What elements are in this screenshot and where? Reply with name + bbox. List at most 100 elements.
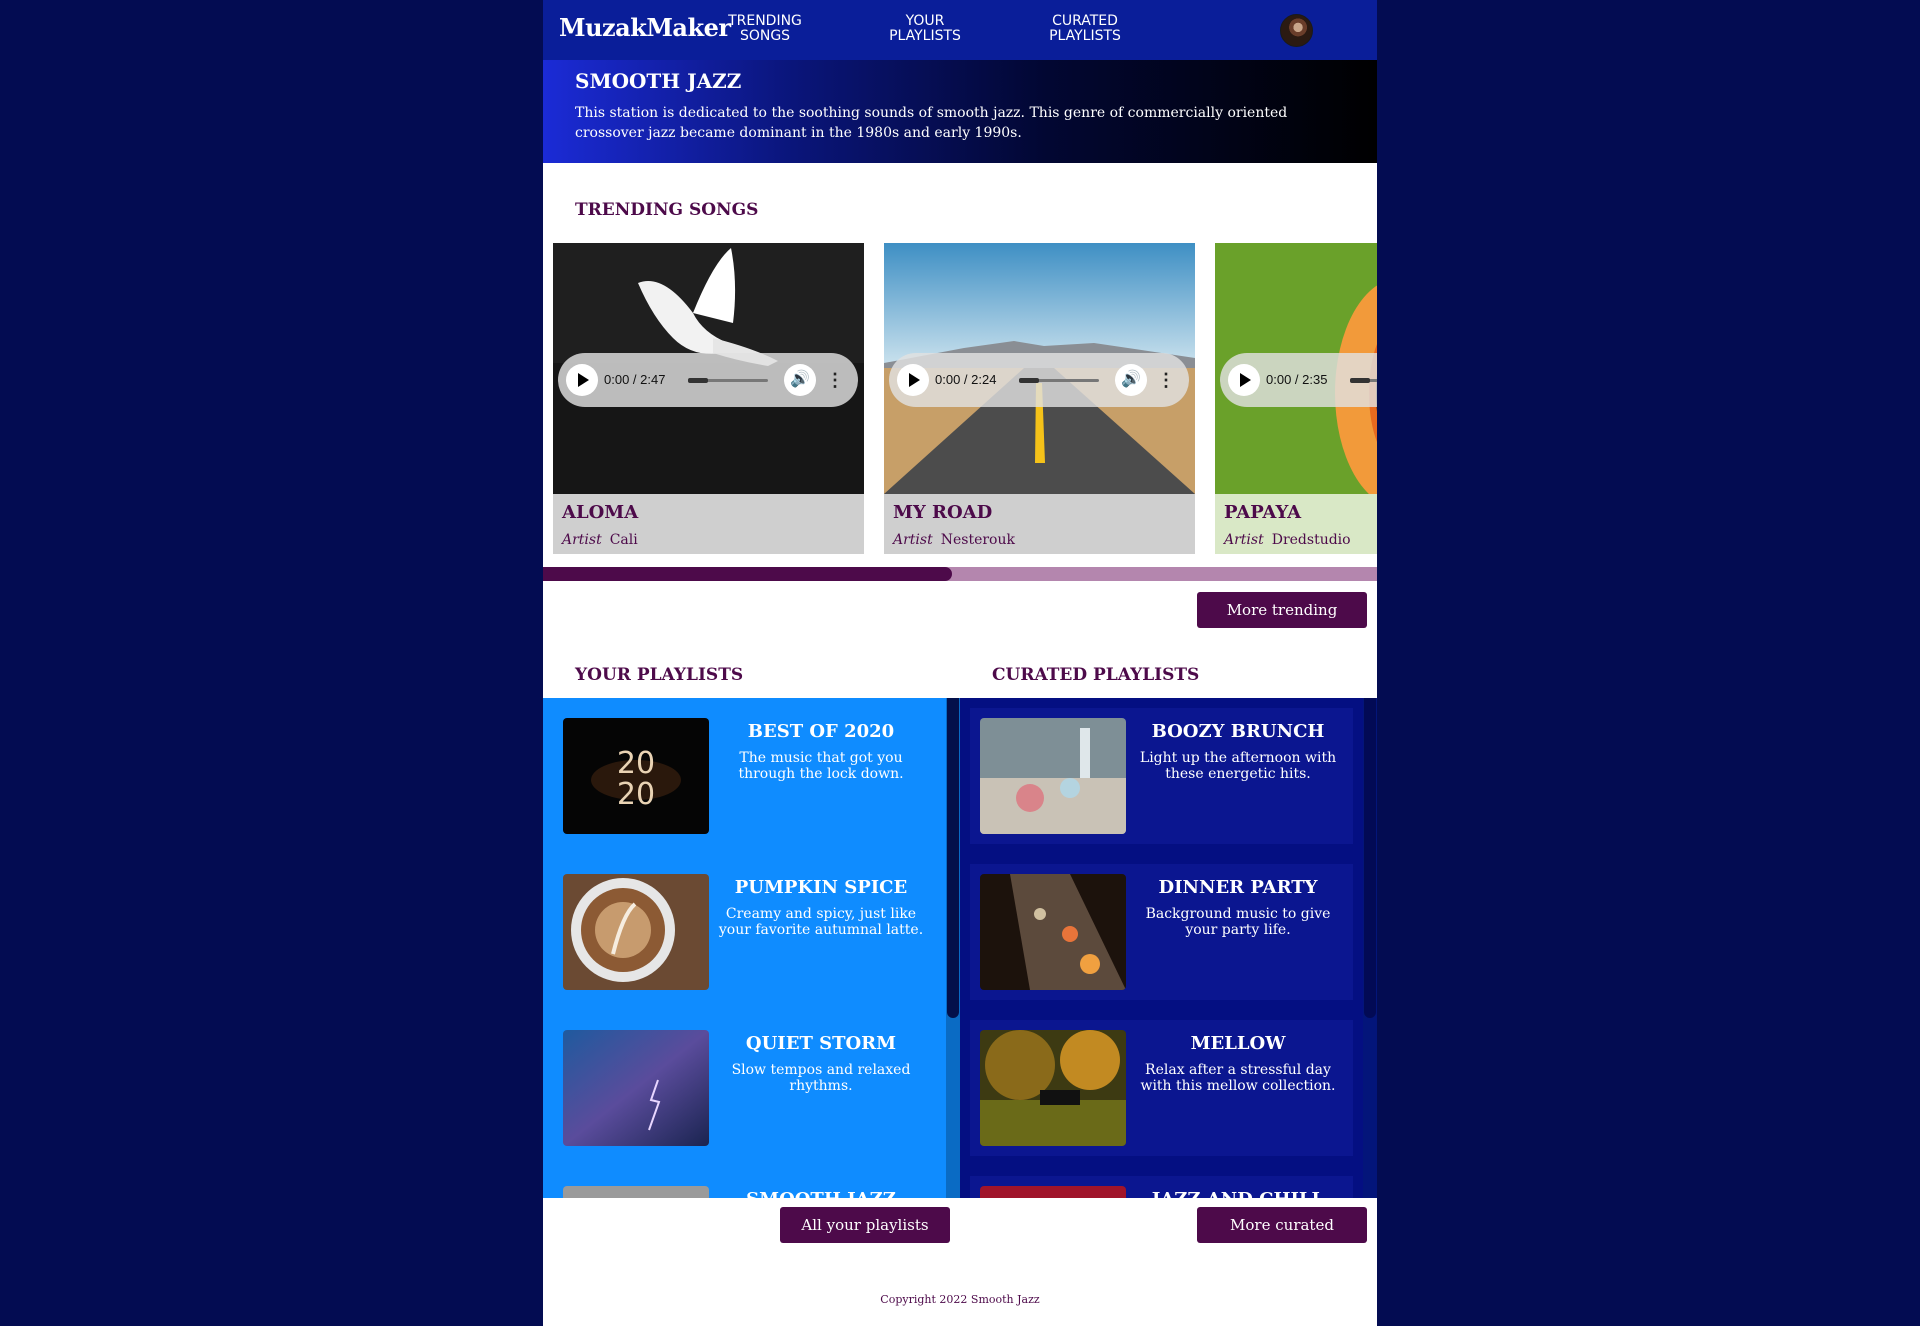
song-title: ALOMA: [562, 502, 639, 523]
song-info: ALOMA Artist Cali: [553, 494, 864, 554]
song-title: PAPAYA: [1224, 502, 1302, 523]
playlist-text: JAZZ AND CHILL: [1130, 1188, 1346, 1198]
station-title: SMOOTH JAZZ: [575, 69, 742, 93]
playlist-description: The music that got you through the lock …: [738, 750, 904, 782]
artist-name: Dredstudio: [1271, 532, 1351, 548]
seek-slider[interactable]: [688, 378, 768, 383]
playlist-cover-image: 20 20: [563, 718, 709, 834]
playlist-item[interactable]: 20 20 BEST OF 2020 The music that got you…: [553, 708, 936, 844]
play-icon[interactable]: [897, 364, 929, 396]
station-description: This station is dedicated to the soothin…: [575, 105, 1288, 141]
playlist-text: QUIET STORM Slow tempos and relaxed rhyt…: [713, 1032, 929, 1094]
playlist-description: Relax after a stressful day with this me…: [1140, 1062, 1336, 1094]
curated-playlists-heading: CURATED PLAYLISTS: [992, 665, 1200, 685]
playlist-cover-image: [563, 1030, 709, 1146]
volume-icon[interactable]: 🔊: [784, 364, 816, 396]
svg-text:20: 20: [617, 746, 655, 781]
playback-time: 0:00 / 2:47: [604, 372, 666, 387]
playlist-item[interactable]: PUMPKIN SPICE Creamy and spicy, just lik…: [553, 864, 936, 1000]
song-artist: Artist Dredstudio: [1224, 532, 1351, 548]
avatar[interactable]: [1280, 14, 1313, 47]
song-info: PAPAYA Artist Dredstudio: [1215, 494, 1377, 554]
playlist-title: DINNER PARTY: [1158, 877, 1318, 898]
playlist-title: BOOZY BRUNCH: [1151, 721, 1325, 742]
curated-playlists-scrollbar-thumb[interactable]: [1364, 698, 1376, 1018]
playlist-title: MELLOW: [1190, 1033, 1286, 1054]
song-artist: Artist Nesterouk: [893, 532, 1015, 548]
all-your-playlists-button[interactable]: All your playlists: [780, 1207, 950, 1243]
audio-player: 0:00 / 2:24 🔊 ⋮: [889, 353, 1189, 407]
carousel-scrollbar[interactable]: [543, 567, 1377, 581]
artist-label: Artist: [893, 532, 933, 548]
playlist-text: SMOOTH JAZZ: [713, 1188, 929, 1198]
nav-trending-songs[interactable]: TRENDING SONGS: [710, 14, 820, 44]
song-info: MY ROAD Artist Nesterouk: [884, 494, 1195, 554]
play-icon[interactable]: [1228, 364, 1260, 396]
logo[interactable]: MuzakMaker: [559, 13, 731, 42]
song-card[interactable]: 0:00 / 2:47 🔊 ⋮ ALOMA Artist Cali: [553, 243, 864, 554]
playlist-cover-image: [980, 718, 1126, 834]
trending-heading: TRENDING SONGS: [575, 200, 759, 220]
trending-carousel[interactable]: 0:00 / 2:47 🔊 ⋮ ALOMA Artist Cali 0:00 /…: [543, 243, 1377, 554]
nav-your-playlists[interactable]: YOUR PLAYLISTS: [870, 14, 980, 44]
playlist-description: Light up the afternoon with these energe…: [1139, 750, 1337, 782]
your-playlists-panel[interactable]: 20 20 BEST OF 2020 The music that got you…: [543, 698, 960, 1198]
artist-name: Cali: [609, 532, 638, 548]
more-curated-button[interactable]: More curated: [1197, 1207, 1367, 1243]
play-icon[interactable]: [566, 364, 598, 396]
copyright-text: Copyright 2022 Smooth Jazz: [880, 1293, 1040, 1306]
audio-player: 0:00 / 2:47 🔊 ⋮: [558, 353, 858, 407]
more-trending-button[interactable]: More trending: [1197, 592, 1367, 628]
curated-playlists-scrollbar[interactable]: [1363, 698, 1377, 1198]
song-title: MY ROAD: [893, 502, 993, 523]
playlist-cover-image: [980, 874, 1126, 990]
page: MuzakMaker TRENDING SONGS YOUR PLAYLISTS…: [543, 0, 1377, 1326]
playback-time: 0:00 / 2:35: [1266, 372, 1328, 387]
audio-player: 0:00 / 2:35 🔊 ⋮: [1220, 353, 1377, 407]
artist-label: Artist: [562, 532, 602, 548]
playlist-title: JAZZ AND CHILL: [1130, 1188, 1346, 1198]
playlist-text: BEST OF 2020 The music that got you thro…: [713, 720, 929, 782]
artist-name: Nesterouk: [940, 532, 1015, 548]
playlist-cover-image: [980, 1030, 1126, 1146]
carousel-scrollbar-thumb[interactable]: [543, 567, 952, 581]
more-options-icon[interactable]: ⋮: [1157, 366, 1175, 394]
playback-time: 0:00 / 2:24: [935, 372, 997, 387]
volume-icon[interactable]: 🔊: [1115, 364, 1147, 396]
playlist-title: PUMPKIN SPICE: [734, 877, 908, 898]
playlist-cover-image: [980, 1186, 1126, 1198]
playlist-text: DINNER PARTY Background music to give yo…: [1130, 876, 1346, 938]
your-playlists-scrollbar[interactable]: [946, 698, 960, 1198]
playlist-text: PUMPKIN SPICE Creamy and spicy, just lik…: [713, 876, 929, 938]
seek-slider[interactable]: [1019, 378, 1099, 383]
curated-playlists-panel[interactable]: BOOZY BRUNCH Light up the afternoon with…: [960, 698, 1377, 1198]
your-playlists-heading: YOUR PLAYLISTS: [575, 665, 744, 685]
playlist-title: SMOOTH JAZZ: [713, 1188, 929, 1198]
song-artist: Artist Cali: [562, 532, 638, 548]
song-card[interactable]: 0:00 / 2:24 🔊 ⋮ MY ROAD Artist Nesterouk: [884, 243, 1195, 554]
playlist-description: Creamy and spicy, just like your favorit…: [718, 906, 924, 938]
playlist-item[interactable]: SMOOTH JAZZ: [553, 1176, 936, 1198]
artist-label: Artist: [1224, 532, 1264, 548]
playlist-cover-image: [563, 1186, 709, 1198]
playlist-description: Background music to give your party life…: [1145, 906, 1331, 938]
nav-curated-playlists[interactable]: CURATED PLAYLISTS: [1030, 14, 1140, 44]
playlist-item[interactable]: QUIET STORM Slow tempos and relaxed rhyt…: [553, 1020, 936, 1156]
playlist-item[interactable]: DINNER PARTY Background music to give yo…: [970, 864, 1353, 1000]
svg-text:20: 20: [617, 777, 655, 812]
playlist-cover-image: [563, 874, 709, 990]
playlist-text: BOOZY BRUNCH Light up the afternoon with…: [1130, 720, 1346, 782]
top-nav: MuzakMaker TRENDING SONGS YOUR PLAYLISTS…: [543, 0, 1377, 60]
playlist-item[interactable]: MELLOW Relax after a stressful day with …: [970, 1020, 1353, 1156]
station-banner: SMOOTH JAZZ This station is dedicated to…: [543, 60, 1377, 163]
playlist-title: BEST OF 2020: [747, 721, 895, 742]
your-playlists-scrollbar-thumb[interactable]: [947, 698, 959, 1018]
song-card[interactable]: 0:00 / 2:35 🔊 ⋮ PAPAYA Artist Dredstudio: [1215, 243, 1377, 554]
playlist-item[interactable]: JAZZ AND CHILL: [970, 1176, 1353, 1198]
playlist-item[interactable]: BOOZY BRUNCH Light up the afternoon with…: [970, 708, 1353, 844]
playlist-text: MELLOW Relax after a stressful day with …: [1130, 1032, 1346, 1094]
playlist-title: QUIET STORM: [745, 1033, 897, 1054]
seek-slider[interactable]: [1350, 378, 1377, 383]
playlist-description: Slow tempos and relaxed rhythms.: [731, 1062, 911, 1094]
more-options-icon[interactable]: ⋮: [826, 366, 844, 394]
